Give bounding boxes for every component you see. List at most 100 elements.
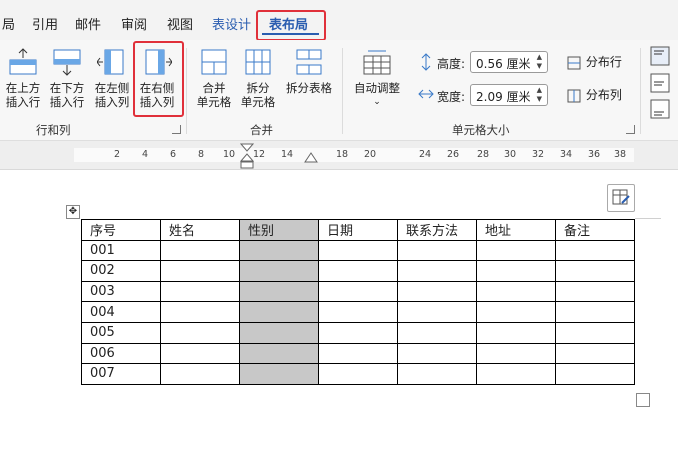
table-cell[interactable] — [555, 363, 635, 385]
table-cell-shaded[interactable] — [239, 342, 319, 365]
table-cell[interactable] — [476, 363, 556, 385]
table-move-handle-icon[interactable]: ✥ — [66, 205, 80, 219]
table-cell[interactable] — [160, 301, 240, 323]
distribute-rows-button[interactable]: 分布行 — [566, 53, 622, 71]
header-cell-id[interactable]: 序号 — [81, 219, 161, 241]
table-cell[interactable] — [555, 342, 635, 365]
table-cell[interactable] — [397, 321, 477, 344]
table-cell[interactable] — [476, 301, 556, 323]
tab-layout-partial[interactable]: 局 — [2, 14, 15, 33]
horizontal-ruler[interactable]: 2 4 6 8 10 12 14 18 20 24 26 28 30 32 34… — [0, 141, 678, 170]
table-cell[interactable] — [318, 363, 398, 385]
table-cell[interactable] — [397, 301, 477, 323]
header-cell-address[interactable]: 地址 — [476, 219, 556, 241]
table-cell[interactable] — [318, 260, 398, 282]
cell-id[interactable]: 004 — [81, 301, 161, 323]
distribute-rows-icon — [567, 56, 581, 69]
right-indent-marker-icon[interactable] — [304, 149, 318, 163]
table-cell[interactable] — [555, 301, 635, 323]
row-height-icon — [421, 53, 431, 71]
table-cell-shaded[interactable] — [239, 260, 319, 282]
table-cell[interactable] — [160, 342, 240, 365]
table-cell[interactable] — [318, 321, 398, 344]
table-cell[interactable] — [555, 321, 635, 344]
table-cell[interactable] — [476, 260, 556, 282]
insert-row-above-button[interactable]: 在上方 插入行 — [3, 48, 43, 109]
rows-cols-launcher-icon[interactable] — [172, 125, 181, 134]
merge-cells-button[interactable]: 合并 单元格 — [192, 48, 236, 109]
ruler-number: 12 — [253, 149, 266, 160]
table-cell[interactable] — [476, 239, 556, 262]
table-cell[interactable] — [160, 321, 240, 344]
table-cell[interactable] — [555, 260, 635, 282]
table-cell[interactable] — [555, 239, 635, 262]
data-table[interactable]: 序号 姓名 性别 日期 联系方法 地址 备注 001 002 003 004 0… — [81, 219, 635, 385]
cell-id[interactable]: 006 — [81, 342, 161, 365]
table-header-row: 序号 姓名 性别 日期 联系方法 地址 备注 — [81, 219, 635, 241]
column-width-input[interactable]: 2.09 厘米 ▲ ▼ — [470, 84, 548, 106]
table-cell[interactable] — [318, 342, 398, 365]
column-width-icon — [418, 89, 434, 99]
table-cell[interactable] — [160, 280, 240, 303]
header-cell-contact[interactable]: 联系方法 — [397, 219, 477, 241]
align-bottom-left-icon[interactable] — [650, 99, 670, 119]
table-cell[interactable] — [397, 239, 477, 262]
cell-id[interactable]: 001 — [81, 239, 161, 262]
table-cell[interactable] — [160, 239, 240, 262]
table-cell[interactable] — [476, 342, 556, 365]
table-cell[interactable] — [555, 280, 635, 303]
cell-id[interactable]: 005 — [81, 321, 161, 344]
align-center-left-icon[interactable] — [650, 73, 670, 93]
header-cell-notes[interactable]: 备注 — [555, 219, 635, 241]
table-cell[interactable] — [318, 301, 398, 323]
header-cell-name[interactable]: 姓名 — [160, 219, 240, 241]
table-cell-shaded[interactable] — [239, 301, 319, 323]
cell-id[interactable]: 007 — [81, 363, 161, 385]
ruler-number: 6 — [170, 149, 177, 160]
tab-mailings[interactable]: 邮件 — [75, 14, 101, 33]
ruler-number: 8 — [198, 149, 205, 160]
table-cell-shaded[interactable] — [239, 239, 319, 262]
header-cell-date[interactable]: 日期 — [318, 219, 398, 241]
table-cell[interactable] — [397, 260, 477, 282]
header-cell-gender[interactable]: 性别 — [239, 219, 319, 241]
distribute-columns-button[interactable]: 分布列 — [566, 86, 622, 104]
indent-marker-icon[interactable] — [240, 143, 254, 169]
autofit-button[interactable]: 自动调整 ⌄ — [349, 48, 405, 109]
insert-column-left-button[interactable]: 在左侧 插入列 — [91, 48, 133, 109]
table-cell[interactable] — [476, 280, 556, 303]
ribbon-tab-bar: 局 引用 邮件 审阅 视图 表设计 表布局 — [0, 0, 678, 40]
column-width-label: 宽度: — [437, 90, 466, 104]
row-height-input[interactable]: 0.56 厘米 ▲ ▼ — [470, 51, 548, 73]
table-cell[interactable] — [160, 363, 240, 385]
table-cell[interactable] — [318, 280, 398, 303]
cell-id[interactable]: 003 — [81, 280, 161, 303]
table-quick-layout-button[interactable] — [607, 184, 635, 212]
split-cells-button[interactable]: 拆分 单元格 — [236, 48, 280, 109]
table-cell[interactable] — [397, 280, 477, 303]
split-cells-label-1: 拆分 — [246, 81, 270, 95]
spin-down-icon[interactable]: ▼ — [537, 95, 542, 103]
table-resize-handle-icon[interactable] — [636, 393, 650, 407]
table-cell-shaded[interactable] — [239, 321, 319, 344]
spin-up-icon[interactable]: ▲ — [537, 86, 542, 94]
table-cell[interactable] — [318, 239, 398, 262]
cell-id[interactable]: 002 — [81, 260, 161, 282]
tab-table-design[interactable]: 表设计 — [212, 14, 251, 33]
table-cell-shaded[interactable] — [239, 280, 319, 303]
table-cell[interactable] — [476, 321, 556, 344]
table-cell[interactable] — [160, 260, 240, 282]
spin-down-icon[interactable]: ▼ — [537, 62, 542, 70]
spin-up-icon[interactable]: ▲ — [537, 53, 542, 61]
tab-review[interactable]: 审阅 — [121, 14, 147, 33]
table-cell[interactable] — [397, 342, 477, 365]
table-cell[interactable] — [397, 363, 477, 385]
split-table-button[interactable]: 拆分表格 — [282, 48, 336, 95]
tab-references[interactable]: 引用 — [32, 14, 58, 33]
table-cell-shaded[interactable] — [239, 363, 319, 385]
insert-row-below-button[interactable]: 在下方 插入行 — [46, 48, 88, 109]
ribbon-panel: 在上方 插入行 在下方 插入行 在左侧 插入列 在右侧 插入列 行和列 合并 单… — [0, 40, 678, 141]
align-top-left-icon[interactable] — [650, 46, 670, 66]
cell-size-launcher-icon[interactable] — [626, 125, 635, 134]
tab-view[interactable]: 视图 — [167, 14, 193, 33]
